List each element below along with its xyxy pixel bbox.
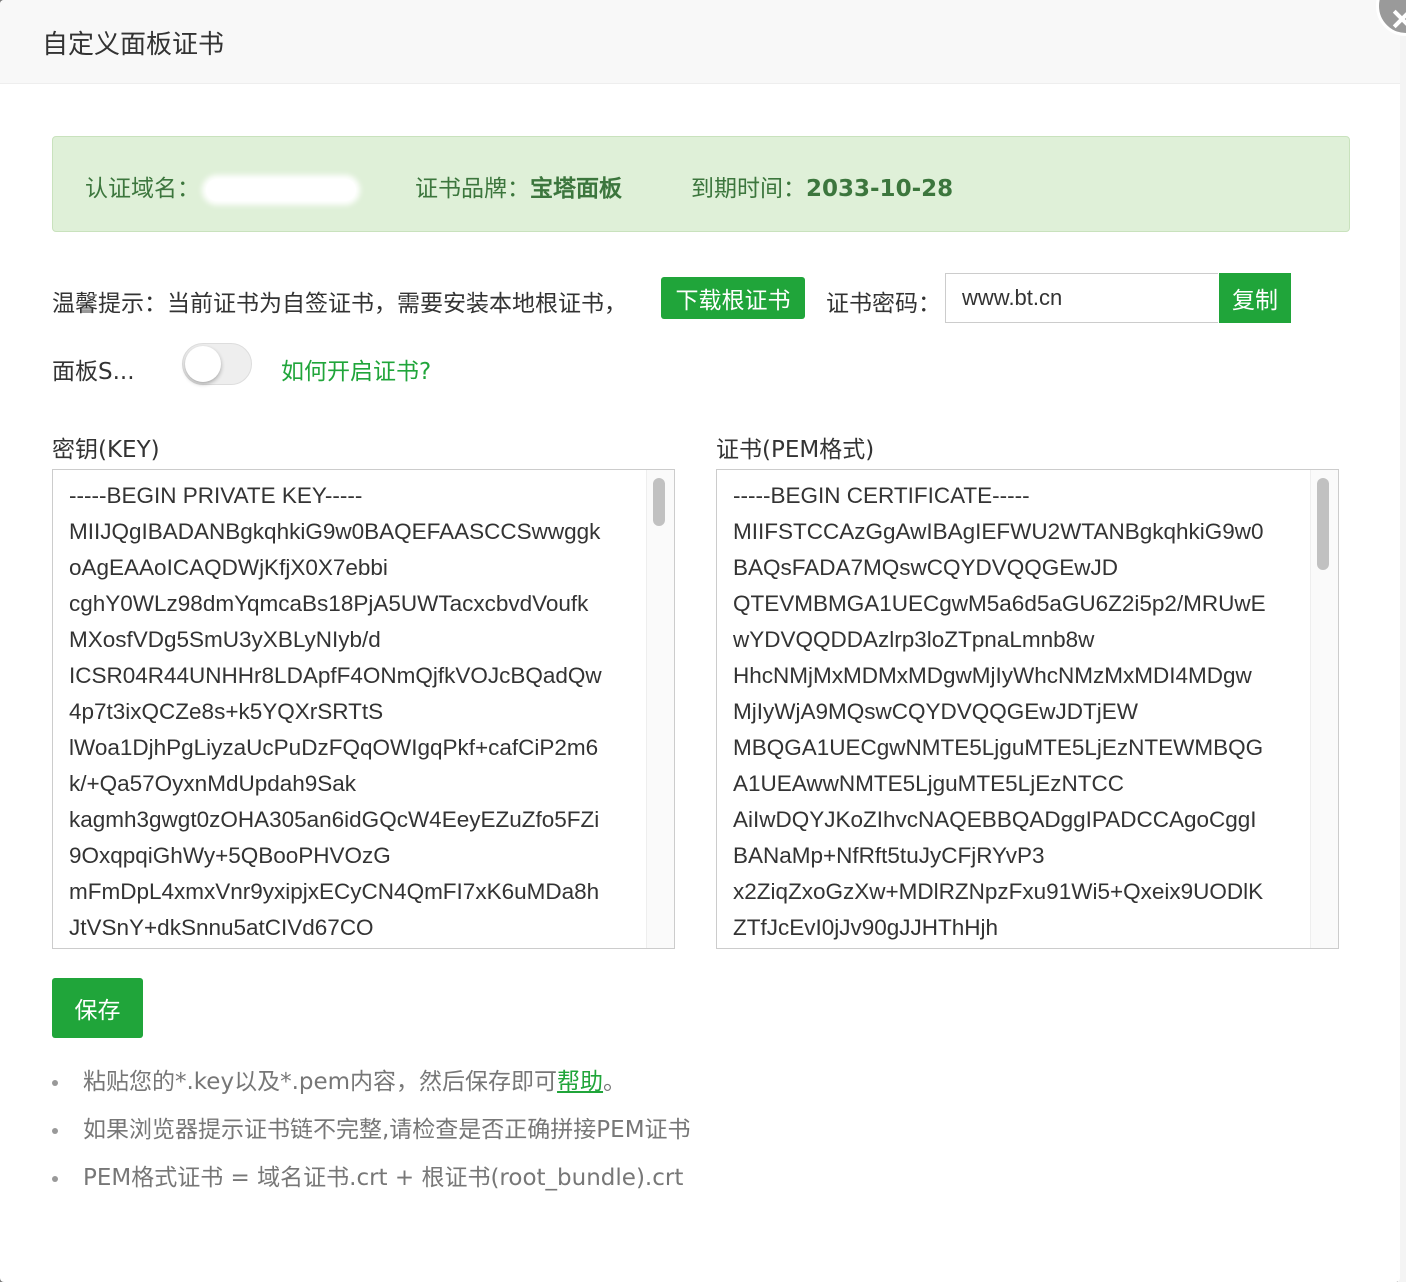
dialog-titlebar: 自定义面板证书 [0,0,1400,84]
cert-line: BAQsFADA7MQswCQYDVQQGEwJD [733,555,1119,580]
key-line: k/+Qa57OyxnMdUpdah9Sak [69,771,357,796]
key-line: JtVSnY+dkSnnu5atCIVd67CO [69,915,374,940]
help-notes: 粘贴您的*.key以及*.pem内容，然后保存即可帮助。 如果浏览器提示证书链不… [52,1066,691,1210]
key-line: oAgEAAoICAQDWjKfjX0X7ebbi [69,555,388,580]
cert-scroll-thumb[interactable] [1317,478,1329,570]
how-to-enable-cert-link[interactable]: 如何开启证书? [281,352,431,386]
key-line: lWoa1DjhPgLiyzaUcPuDzFQqOWIgqPkf+cafCiP2… [69,735,599,760]
help-link[interactable]: 帮助 [557,1069,603,1095]
brand-value: 宝塔面板 [530,176,622,202]
brand-info: 证书品牌：宝塔面板 [415,169,622,203]
toggle-knob [185,346,221,382]
key-label: 密钥(KEY) [52,437,160,463]
key-scrollbar[interactable] [646,470,674,948]
cert-line: MIIFSTCCAzGgAwIBAgIEFWU2WTANBgkqhkiG9w0 [733,519,1264,544]
note-end: 。 [603,1069,627,1095]
cert-line: wYDVQQDDAzlrp3loZTpnaLmnb8w [733,627,1095,652]
expiry-info: 到期时间：2033-10-28 [691,169,953,203]
cert-line: BANaMp+NfRft5tuJyCFjRYvP3 [733,843,1045,868]
domain-redacted-value [206,178,356,201]
key-text: -----BEGIN PRIVATE KEY----- MIIJQgIBADANB… [69,478,602,946]
note-item: PEM格式证书 = 域名证书.crt + 根证书(root_bundle).cr… [52,1162,691,1210]
cert-label: 证书(PEM格式) [716,437,875,463]
expiry-value: 2033-10-28 [806,176,954,202]
expiry-label: 到期时间： [691,176,806,202]
cert-line: x2ZiqZxoGzXw+MDlRZNpzFxu91Wi5+Qxeix9UODl… [733,879,1264,904]
cert-line: ZTfJcEvI0jJv90gJJHThHjh [733,915,999,940]
note-item: 如果浏览器提示证书链不完整,请检查是否正确拼接PEM证书 [52,1114,691,1162]
warm-tip-text: 温馨提示：当前证书为自签证书，需要安装本地根证书， [52,291,627,317]
download-root-cert-button[interactable]: 下载根证书 [661,277,805,319]
cert-line: MBQGA1UECgwNMTE5LjguMTE5LjEzNTEWMBQG [733,735,1264,760]
note-text: 如果浏览器提示证书链不完整,请检查是否正确拼接PEM证书 [83,1117,691,1143]
brand-label: 证书品牌： [415,176,530,202]
cert-text: -----BEGIN CERTIFICATE----- MIIFSTCCAzGgA… [733,478,1266,946]
cert-scrollbar[interactable] [1310,470,1338,948]
key-textarea[interactable]: -----BEGIN PRIVATE KEY----- MIIJQgIBADANB… [52,469,675,949]
key-line: ICSR04R44UNHHr8LDApfF4ONmQjfkVOJcBQadQw [69,663,602,688]
note-text: PEM格式证书 = 域名证书.crt + 根证书(root_bundle).cr… [83,1165,684,1191]
panel-ssl-toggle[interactable] [182,343,252,385]
domain-label: 认证域名： [85,176,200,202]
note-text: 粘贴您的*.key以及*.pem内容，然后保存即可 [83,1069,558,1095]
note-item: 粘贴您的*.key以及*.pem内容，然后保存即可帮助。 [52,1066,691,1114]
cert-line: A1UEAwwNMTE5LjguMTE5LjEzNTCC [733,771,1124,796]
domain-info: 认证域名： [85,169,356,203]
key-line: 9OxqpqiGhWy+5QBooPHVOzG [69,843,391,868]
cert-textarea[interactable]: -----BEGIN CERTIFICATE----- MIIFSTCCAzGgA… [716,469,1339,949]
key-line: -----BEGIN PRIVATE KEY----- [69,483,363,508]
save-button[interactable]: 保存 [52,978,143,1038]
cert-line: -----BEGIN CERTIFICATE----- [733,483,1030,508]
cert-password-field[interactable] [945,273,1218,323]
dialog-title: 自定义面板证书 [42,30,225,60]
key-line: cghY0WLz98dmYqmcaBs18PjA5UWTacxcbvdVoufk [69,591,589,616]
cert-line: MjIyWjA9MQswCQYDVQQGEwJDTjEW [733,699,1138,724]
cert-line: HhcNMjMxMDMxMDgwMjIyWhcNMzMxMDI4MDgw [733,663,1252,688]
custom-panel-certificate-dialog: 自定义面板证书 认证域名： 证书品牌：宝塔面板 到期时间：2033-10-28 … [0,0,1400,1282]
cert-password-label: 证书密码： [826,291,941,317]
cert-line: QTEVMBMGA1UECgwM5a6d5aGU6Z2i5p2/MRUwE [733,591,1266,616]
copy-password-button[interactable]: 复制 [1219,273,1291,323]
key-scroll-thumb[interactable] [653,478,665,526]
cert-line: AiIwDQYJKoZIhvcNAQEBBQADggIPADCCAgoCggI [733,807,1257,832]
certificate-info-box: 认证域名： 证书品牌：宝塔面板 到期时间：2033-10-28 [52,136,1350,232]
key-line: MXosfVDg5SmU3yXBLyNIyb/d [69,627,381,652]
key-line: mFmDpL4xmxVnr9yxipjxECyCN4QmFI7xK6uMDa8h [69,879,600,904]
panel-ssl-label: 面板S... [52,359,135,385]
key-line: kagmh3gwgt0zOHA305an6idGQcW4EeyEZuZfo5FZ… [69,807,600,832]
key-line: 4p7t3ixQCZe8s+k5YQXrSRTtS [69,699,384,724]
key-line: MIIJQgIBADANBgkqhkiG9w0BAQEFAASCCSwwggk [69,519,601,544]
